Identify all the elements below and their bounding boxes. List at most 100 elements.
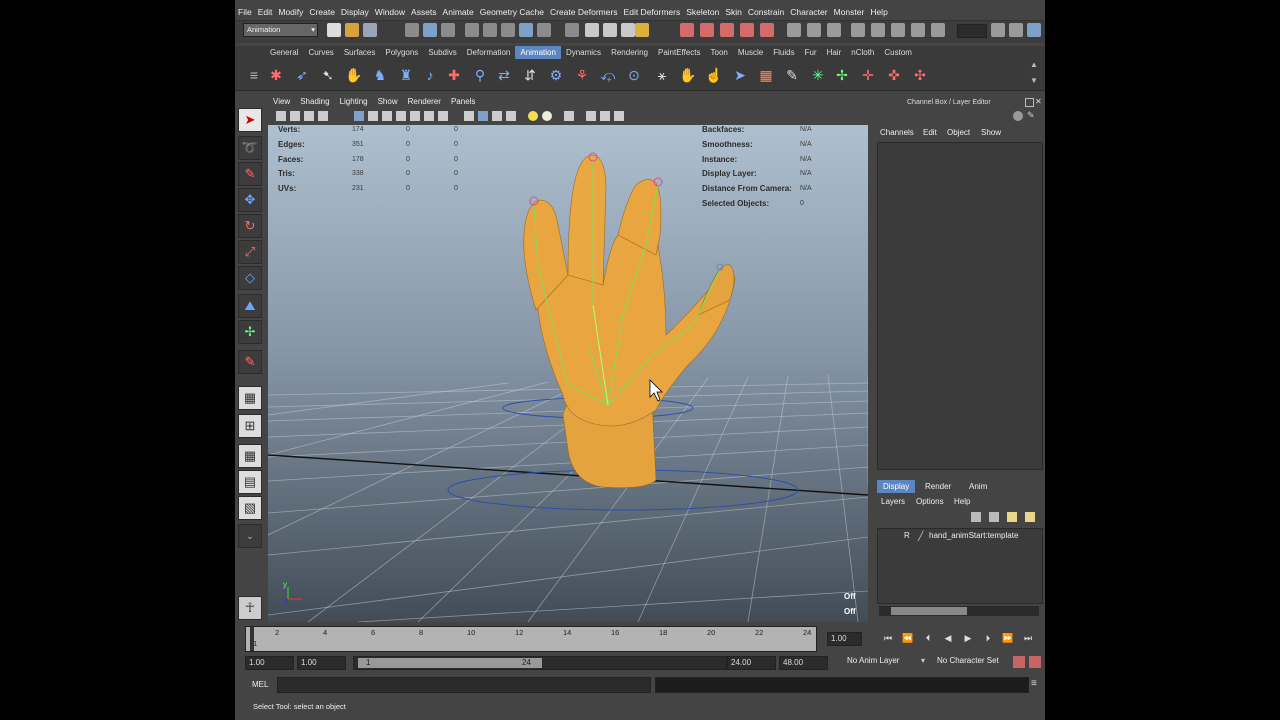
parent-constraint-icon[interactable]: ✣ [911, 66, 929, 84]
motion-path-icon[interactable]: ⚙ [547, 66, 565, 84]
resolution-gate-icon[interactable] [382, 111, 392, 121]
ipr-icon[interactable] [603, 23, 617, 37]
layers-menu[interactable]: Layers [881, 497, 905, 506]
menu-help[interactable]: Help [867, 4, 890, 17]
layer-help-menu[interactable]: Help [954, 497, 970, 506]
menu-constrain[interactable]: Constrain [745, 4, 787, 17]
bookmark-icon[interactable] [304, 111, 314, 121]
locator-icon[interactable]: ✳ [809, 66, 827, 84]
single-perspective-layout-icon[interactable]: ▦ [238, 386, 262, 410]
shelf-tab-ncloth[interactable]: nCloth [846, 46, 879, 59]
range-slider[interactable]: 1 24 [353, 656, 727, 670]
select-by-object-icon[interactable] [423, 23, 437, 37]
shelf-tab-toon[interactable]: Toon [706, 46, 733, 59]
layer-color-swatch[interactable]: ╱ [918, 531, 923, 542]
viewport-menu-show[interactable]: Show [373, 96, 403, 107]
menu-display[interactable]: Display [338, 4, 372, 17]
shadows-icon[interactable] [542, 111, 552, 121]
new-layer-selected-icon[interactable] [1025, 512, 1035, 522]
step-forward-frame-icon[interactable]: ⏵ [981, 632, 995, 644]
layout-icon-c[interactable] [827, 23, 841, 37]
preferences-icon[interactable] [1029, 656, 1041, 668]
layout-icon-h[interactable] [931, 23, 945, 37]
shelf-tab-hair[interactable]: Hair [822, 46, 847, 59]
layer-name[interactable]: hand_animStart:template [929, 531, 1018, 540]
layer-tab-display[interactable]: Display [877, 480, 916, 493]
step-back-frame-icon[interactable]: ⏴ [921, 632, 935, 644]
shelf-tab-subdivs[interactable]: Subdivs [423, 46, 461, 59]
layer-hscroll-thumb[interactable] [891, 607, 967, 615]
image-plane-icon[interactable] [318, 111, 328, 121]
camera-attributes-icon[interactable] [290, 111, 300, 121]
move-layer-down-icon[interactable] [989, 512, 999, 522]
bone-icon-e[interactable] [760, 23, 774, 37]
layout-icon-a[interactable] [787, 23, 801, 37]
menu-file[interactable]: File [235, 4, 255, 17]
bend-icon[interactable]: ⤽ [599, 66, 617, 84]
set-key-icon[interactable]: ✚ [445, 66, 463, 84]
wireframe-on-shaded-icon[interactable] [492, 111, 502, 121]
last-tool-icon[interactable]: ✎ [238, 350, 262, 374]
share-icon[interactable] [614, 111, 624, 121]
menu-window[interactable]: Window [372, 4, 408, 17]
character-icon[interactable]: ♜ [397, 66, 415, 84]
textured-icon[interactable] [506, 111, 516, 121]
move-tool-icon[interactable]: ✥ [238, 188, 262, 212]
layout-icon-d[interactable] [851, 23, 865, 37]
camera-select-icon[interactable] [276, 111, 286, 121]
bone-icon-b[interactable] [700, 23, 714, 37]
viewport-menu-view[interactable]: View [268, 96, 295, 107]
ik-handle-icon[interactable]: ➶ [293, 66, 311, 84]
orient-constraint-icon[interactable]: ✜ [885, 66, 903, 84]
scale-tool-icon[interactable]: ⤢ [238, 240, 262, 264]
lasso-tool-icon[interactable]: ➰ [238, 136, 262, 160]
paint-weights-icon[interactable]: ✎ [783, 66, 801, 84]
shelf-menu-icon[interactable]: ≡ [245, 66, 263, 84]
select-by-hierarchy-icon[interactable] [405, 23, 419, 37]
joint-tool-icon[interactable]: ✱ [267, 66, 285, 84]
auto-key-icon[interactable] [1013, 656, 1025, 668]
lock-icon[interactable] [635, 23, 649, 37]
shelf-tab-polygons[interactable]: Polygons [380, 46, 423, 59]
shelf-tab-animation[interactable]: Animation [515, 46, 561, 59]
persp-outliner-layout-icon[interactable]: ▦ [238, 444, 262, 468]
soft-mod-tool-icon[interactable]: ⛰ [238, 294, 262, 318]
new-scene-icon[interactable] [327, 23, 341, 37]
snap-grid-icon[interactable] [465, 23, 479, 37]
layout-options-icon[interactable]: ⌄ [238, 524, 262, 548]
point-constraint-icon[interactable]: ✛ [859, 66, 877, 84]
panel-float-icon[interactable] [1025, 98, 1034, 107]
skeleton-hand-icon[interactable]: ✋ [345, 66, 363, 84]
channel-box-area[interactable] [877, 142, 1043, 470]
field-chart-icon[interactable] [410, 111, 420, 121]
flare-icon[interactable]: ⊙ [625, 66, 643, 84]
grid-toggle-icon[interactable] [354, 111, 364, 121]
channel-edit-menu[interactable]: Edit [923, 128, 937, 137]
lattice-icon[interactable]: ▦ [757, 66, 775, 84]
play-forwards-icon[interactable]: ▶ [961, 632, 975, 644]
wireframe-icon[interactable] [464, 111, 474, 121]
save-scene-icon[interactable] [363, 23, 377, 37]
menu-geometry-cache[interactable]: Geometry Cache [477, 4, 547, 17]
playback-start-field[interactable]: 1.00 [297, 656, 346, 670]
menu-set-dropdown[interactable]: Animation ▾ [243, 23, 318, 37]
menu-create-deformers[interactable]: Create Deformers [547, 4, 621, 17]
playback-end-field[interactable]: 24.00 [727, 656, 776, 670]
move-layer-up-icon[interactable] [971, 512, 981, 522]
step-forward-key-icon[interactable]: ⏩ [1001, 632, 1015, 644]
layer-hscrollbar[interactable] [879, 606, 1039, 616]
attribute-editor-toggle-icon[interactable] [991, 23, 1005, 37]
character-set-dropdown[interactable]: No Character Set [935, 656, 1013, 668]
smooth-skin-icon[interactable]: ☝ [705, 66, 723, 84]
show-manipulator-icon[interactable]: ✢ [238, 320, 262, 344]
viewport-menu-renderer[interactable]: Renderer [403, 96, 446, 107]
ik-spline-icon[interactable]: ➷ [319, 66, 337, 84]
safe-action-icon[interactable] [424, 111, 434, 121]
animation-end-field[interactable]: 48.00 [779, 656, 828, 670]
skeleton-body-icon[interactable]: ♞ [371, 66, 389, 84]
layout-icon-e[interactable] [871, 23, 885, 37]
select-tool-icon[interactable]: ➤ [238, 108, 262, 132]
snap-plane-icon[interactable] [519, 23, 533, 37]
shelf-tab-rendering[interactable]: Rendering [606, 46, 653, 59]
safe-title-icon[interactable] [438, 111, 448, 121]
